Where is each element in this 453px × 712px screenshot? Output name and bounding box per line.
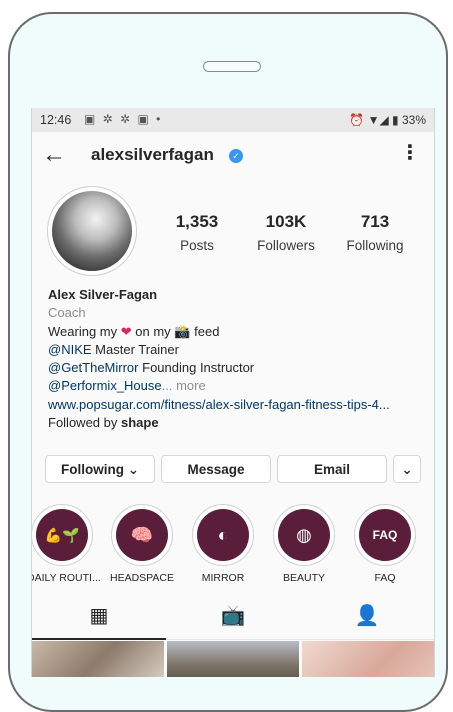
message-button[interactable]: Message <box>161 455 271 483</box>
post-thumbnail[interactable] <box>32 641 164 677</box>
tagged-tab-icon[interactable]: 👤 <box>300 603 434 628</box>
profile-tabs: ▦ 📺 👤 <box>32 593 434 640</box>
heart-icon: ❤ <box>120 323 132 339</box>
bio-text: Wearing my <box>48 323 118 339</box>
post-thumbnail[interactable] <box>302 641 434 677</box>
back-arrow-icon[interactable]: ← <box>42 143 66 167</box>
followed-by-user: shape <box>121 415 159 431</box>
bio-text: on my <box>135 323 171 339</box>
highlight-ring: 🧠 <box>111 504 173 566</box>
highlight-label: FAQ <box>374 572 396 584</box>
profile-header: ← alexsilverfagan ✓ ⋮ <box>32 132 434 180</box>
verified-badge-icon: ✓ <box>229 149 243 163</box>
bio-line: @Performix_House... more <box>48 377 428 395</box>
bio-category: Coach <box>48 305 86 321</box>
highlight-ring: 💪🌱 <box>32 504 93 566</box>
highlight-label: DAILY ROUTI... <box>31 572 101 584</box>
status-right-icons: ⏰ ▼◢ ▮ 33% <box>349 113 426 127</box>
bio-website-link[interactable]: www.popsugar.com/fitness/alex-silver-fag… <box>48 396 428 414</box>
mention-performix-house[interactable]: @Performix_House <box>48 378 162 393</box>
stat-value: 1,353 <box>175 212 219 231</box>
flexed-arm-sprout-icon: 💪🌱 <box>36 509 88 561</box>
profile-username: alexsilverfagan <box>91 145 214 164</box>
posts-grid <box>32 641 434 677</box>
mention-getthemirror[interactable]: @GetTheMirror <box>48 360 139 375</box>
bio-line: @NIKE Master Trainer <box>48 341 428 359</box>
suggested-dropdown-button[interactable]: ⌄ <box>393 455 421 483</box>
bio-text: Master Trainer <box>95 341 179 357</box>
stat-label: Followers <box>257 238 315 253</box>
highlight-label: HEADSPACE <box>110 572 174 584</box>
highlight-faq[interactable]: FAQ FAQ <box>350 504 420 584</box>
highlight-beauty[interactable]: ◍ BEAUTY <box>269 504 339 584</box>
stat-label: Posts <box>180 238 214 253</box>
profile-bio: Alex Silver-Fagan Coach Wearing my ❤ on … <box>48 286 428 432</box>
highlight-ring: ◐ <box>192 504 254 566</box>
profile-avatar[interactable] <box>47 186 137 276</box>
more-options-icon[interactable]: ⋮ <box>400 143 420 163</box>
bio-line: Wearing my ❤ on my 📸 feed <box>48 323 428 341</box>
status-bar: 12:46 ▣ ✲ ✲ ▣ • ⏰ ▼◢ ▮ 33% <box>32 108 434 132</box>
igtv-tab-icon[interactable]: 📺 <box>166 603 300 628</box>
bio-name: Alex Silver-Fagan <box>48 287 158 302</box>
bio-text: Founding Instructor <box>142 360 255 376</box>
grid-tab-icon[interactable]: ▦ <box>32 603 166 628</box>
camera-icon: 📸 <box>174 323 191 339</box>
highlight-ring: FAQ <box>354 504 416 566</box>
highlight-label: MIRROR <box>201 572 245 584</box>
highlight-daily-routine[interactable]: 💪🌱 DAILY ROUTI... <box>31 504 101 584</box>
compact-mirror-icon: ◍ <box>278 509 330 561</box>
followed-by[interactable]: Followed by shape <box>48 414 428 432</box>
phone-screen: 12:46 ▣ ✲ ✲ ▣ • ⏰ ▼◢ ▮ 33% ← alexsilverf… <box>31 108 435 677</box>
highlight-ring: ◍ <box>273 504 335 566</box>
mention-nike[interactable]: @NIKE <box>48 342 92 357</box>
active-tab-indicator <box>32 638 166 640</box>
mirror-icon: ◐ <box>197 509 249 561</box>
phone-speaker <box>203 61 261 72</box>
highlight-mirror[interactable]: ◐ MIRROR <box>188 504 258 584</box>
stat-label: Following <box>346 238 404 253</box>
status-time: 12:46 <box>40 113 72 127</box>
bio-line: @GetTheMirror Founding Instructor <box>48 359 428 377</box>
bio-more-link[interactable]: ... more <box>162 378 206 393</box>
avatar-image <box>52 191 132 271</box>
stat-value: 103K <box>265 212 307 231</box>
notification-icons: ▣ ✲ ✲ ▣ • <box>84 112 163 126</box>
stat-value: 713 <box>360 212 390 231</box>
stat-following[interactable]: 713 Following <box>330 212 420 253</box>
post-thumbnail[interactable] <box>167 641 299 677</box>
highlight-headspace[interactable]: 🧠 HEADSPACE <box>107 504 177 584</box>
stat-posts[interactable]: 1,353 Posts <box>152 212 242 253</box>
email-button[interactable]: Email <box>277 455 387 483</box>
bio-text: feed <box>194 323 220 339</box>
following-button[interactable]: Following ⌄ <box>45 455 155 483</box>
highlight-label: BEAUTY <box>282 572 325 584</box>
stat-followers[interactable]: 103K Followers <box>241 212 331 253</box>
faq-speech-bubble-icon: FAQ <box>359 509 411 561</box>
brain-icon: 🧠 <box>116 509 168 561</box>
followed-by-label: Followed by <box>48 415 118 431</box>
